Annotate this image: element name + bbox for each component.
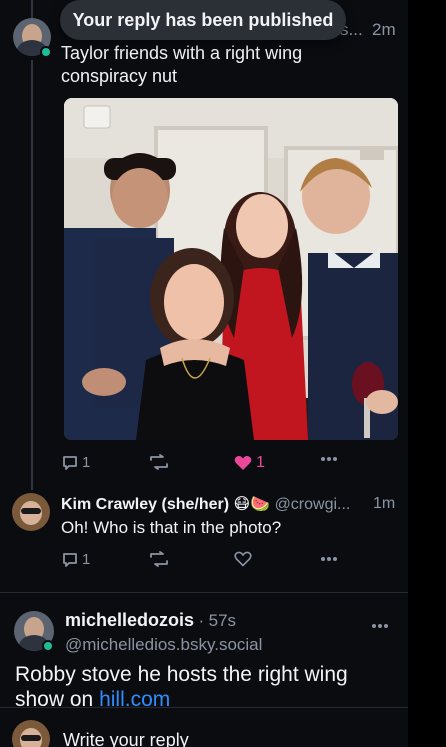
more-options-button[interactable] bbox=[371, 623, 389, 629]
more-options-button[interactable] bbox=[320, 556, 338, 562]
like-count: 1 bbox=[256, 454, 265, 471]
reply-composer[interactable]: Write your reply bbox=[0, 707, 408, 747]
heart-outline-icon bbox=[234, 551, 252, 567]
thread-feed: s... 2m Taylor friends with a right wing… bbox=[0, 0, 408, 747]
like-button[interactable] bbox=[234, 551, 256, 567]
divider bbox=[0, 592, 408, 593]
more-options-button[interactable] bbox=[320, 456, 338, 462]
photo-graphic bbox=[64, 98, 398, 440]
repost-icon bbox=[150, 454, 168, 470]
post-header: michelledozois · 57s bbox=[65, 610, 236, 631]
right-gutter bbox=[408, 0, 446, 747]
repost-icon bbox=[150, 551, 168, 567]
post-text: Robby stove he hosts the right wing show… bbox=[15, 662, 400, 712]
thread-line bbox=[31, 60, 33, 490]
reply-icon bbox=[63, 455, 77, 470]
post-time[interactable]: 2m bbox=[372, 20, 396, 40]
toast-notification: Your reply has been published bbox=[60, 0, 346, 40]
time-separator: · bbox=[198, 611, 205, 630]
verified-badge-icon bbox=[40, 46, 52, 58]
reply-count: 1 bbox=[82, 551, 91, 568]
avatar[interactable] bbox=[12, 493, 50, 531]
verified-badge-icon bbox=[42, 640, 54, 652]
post-time[interactable]: 57s bbox=[209, 611, 236, 630]
heart-icon bbox=[234, 456, 252, 470]
post-text: Oh! Who is that in the photo? bbox=[61, 518, 282, 537]
repost-button[interactable] bbox=[149, 454, 173, 470]
post-header: Kim Crawley (she/her) 😷🍉 @crowgi... bbox=[61, 494, 401, 514]
author-handle[interactable]: @michelledios.bsky.social bbox=[65, 635, 262, 655]
post-image[interactable] bbox=[64, 98, 398, 440]
author-handle[interactable]: @crowgi... bbox=[275, 496, 351, 513]
like-button[interactable]: 1 bbox=[234, 454, 265, 472]
thread-line bbox=[31, 0, 33, 18]
more-icon bbox=[372, 624, 388, 628]
reply-button[interactable]: 1 bbox=[62, 551, 90, 568]
post-time[interactable]: 1m bbox=[373, 495, 395, 513]
more-icon bbox=[321, 557, 337, 561]
reply-input[interactable]: Write your reply bbox=[63, 730, 189, 747]
composer-avatar bbox=[12, 720, 50, 747]
reply-count: 1 bbox=[82, 454, 91, 471]
post-text: Taylor friends with a right wing conspir… bbox=[61, 43, 303, 86]
repost-button[interactable] bbox=[149, 551, 173, 567]
post-text-body: Robby stove he hosts the right wing show… bbox=[15, 663, 348, 711]
author-name[interactable]: michelledozois bbox=[65, 610, 194, 630]
more-icon bbox=[321, 457, 337, 461]
author-name[interactable]: Kim Crawley (she/her) 😷🍉 bbox=[61, 496, 270, 513]
reply-button[interactable]: 1 bbox=[62, 454, 90, 471]
reply-icon bbox=[63, 552, 77, 567]
